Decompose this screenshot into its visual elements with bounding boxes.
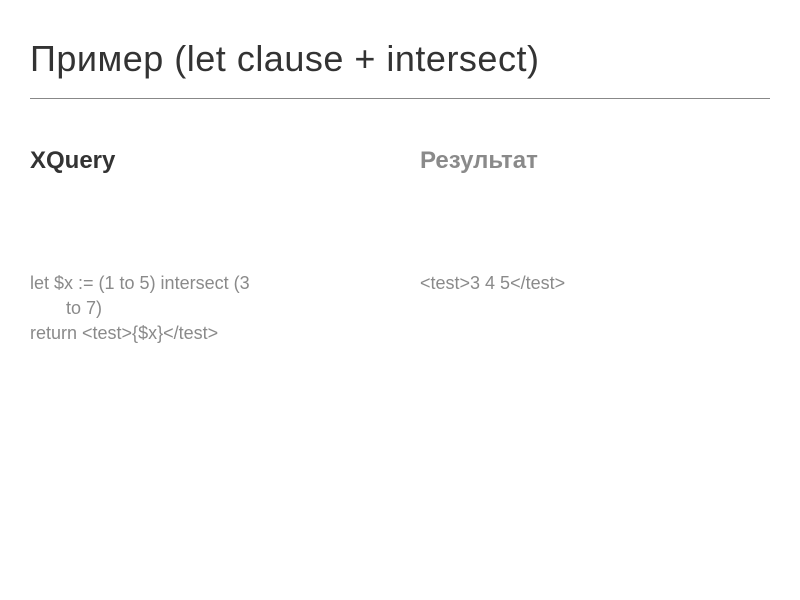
result-heading: Результат xyxy=(420,147,770,175)
content-columns: XQuery let $x := (1 to 5) intersect (3 t… xyxy=(30,147,770,347)
xquery-code: let $x := (1 to 5) intersect (3 to 7) re… xyxy=(30,271,380,347)
left-column: XQuery let $x := (1 to 5) intersect (3 t… xyxy=(30,147,380,347)
code-line-2: to 7) xyxy=(30,296,380,321)
slide-title: Пример (let clause + intersect) xyxy=(30,38,770,80)
title-divider xyxy=(30,98,770,99)
right-column: Результат <test>3 4 5</test> xyxy=(420,147,770,347)
result-output: <test>3 4 5</test> xyxy=(420,271,770,296)
xquery-heading: XQuery xyxy=(30,147,380,175)
code-line-3: return <test>{$x}</test> xyxy=(30,321,380,346)
code-line-1: let $x := (1 to 5) intersect (3 xyxy=(30,271,380,296)
